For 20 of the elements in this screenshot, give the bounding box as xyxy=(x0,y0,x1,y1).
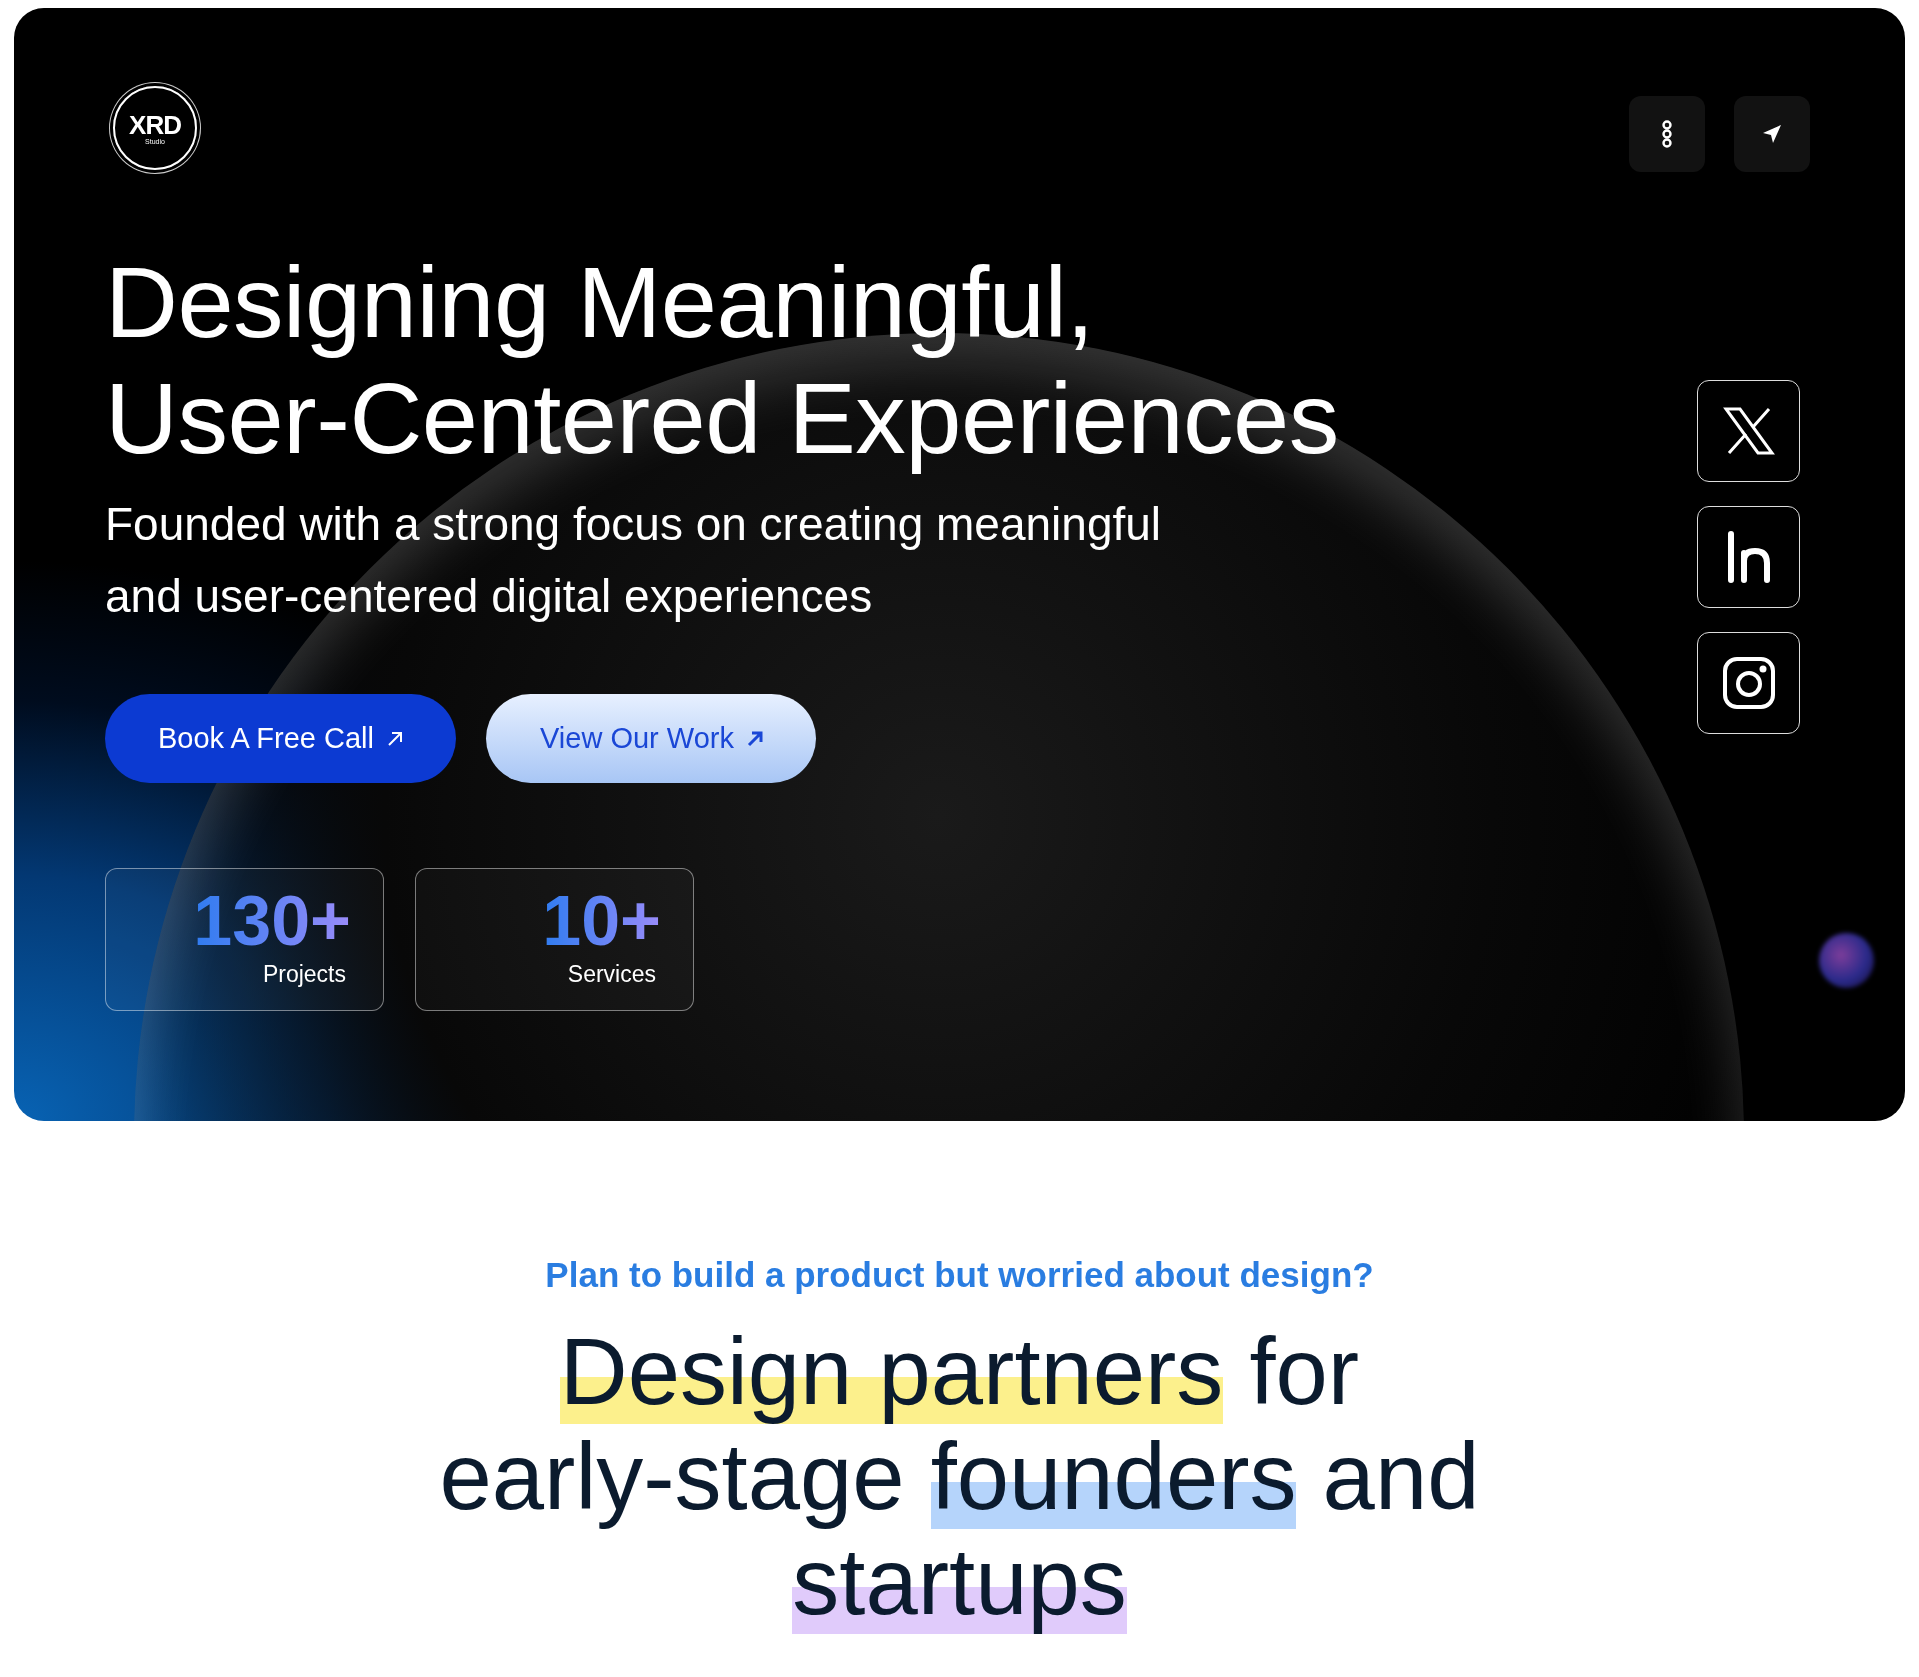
hero-title: Designing Meaningful, User-Centered Experiences xyxy=(105,245,1339,476)
linkedin-link[interactable] xyxy=(1697,506,1800,608)
book-call-button[interactable]: Book A Free Call xyxy=(105,694,456,783)
x-logo-icon xyxy=(1722,407,1775,455)
heading-text: and xyxy=(1321,1424,1480,1529)
orb-icon xyxy=(1819,933,1874,988)
heading-text: for xyxy=(1248,1319,1360,1424)
send-icon xyxy=(1761,123,1783,145)
stat-label: Services xyxy=(567,961,656,988)
x-link[interactable] xyxy=(1697,380,1800,482)
instagram-logo-icon xyxy=(1721,656,1776,710)
more-icon xyxy=(1661,120,1673,148)
instagram-link[interactable] xyxy=(1697,632,1800,734)
stat-label: Projects xyxy=(262,961,346,988)
menu-button[interactable] xyxy=(1629,96,1705,172)
hero-subtitle: Founded with a strong focus on creating meaningful and user-centered digital experiences xyxy=(105,497,1163,624)
heading-text: early-stage xyxy=(439,1424,906,1529)
tagline: Plan to build a product but worried about design? xyxy=(544,1255,1375,1295)
view-work-button[interactable]: View Our Work xyxy=(486,694,816,783)
linkedin-logo-icon xyxy=(1725,531,1772,583)
